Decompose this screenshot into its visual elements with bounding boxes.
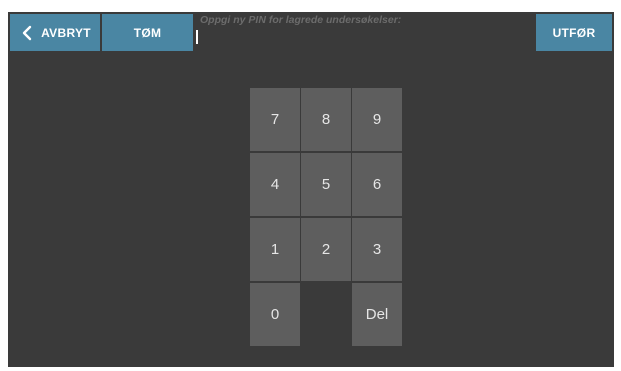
cancel-button-label: AVBRYT xyxy=(41,25,91,40)
pin-entry-screen: AVBRYT TØM Oppgi ny PIN for lagrede unde… xyxy=(8,12,614,367)
keypad-key-8[interactable]: 8 xyxy=(301,88,351,151)
keypad-key-4[interactable]: 4 xyxy=(250,153,300,216)
pin-entry-field: Oppgi ny PIN for lagrede undersøkelser: xyxy=(196,12,532,52)
keypad-key-2[interactable]: 2 xyxy=(301,218,351,281)
keypad-key-3[interactable]: 3 xyxy=(352,218,402,281)
clear-button[interactable]: TØM xyxy=(102,14,193,51)
keypad-key-6[interactable]: 6 xyxy=(352,153,402,216)
top-toolbar: AVBRYT TØM Oppgi ny PIN for lagrede unde… xyxy=(8,12,614,52)
keypad-delete-key[interactable]: Del xyxy=(352,283,402,346)
keypad-key-1[interactable]: 1 xyxy=(250,218,300,281)
keypad-key-0[interactable]: 0 xyxy=(250,283,300,346)
keypad-key-7[interactable]: 7 xyxy=(250,88,300,151)
chevron-left-icon xyxy=(22,25,32,40)
execute-button-label: UTFØR xyxy=(552,25,596,40)
keypad-key-9[interactable]: 9 xyxy=(352,88,402,151)
text-cursor xyxy=(196,30,198,44)
cancel-button[interactable]: AVBRYT xyxy=(10,14,100,51)
execute-button[interactable]: UTFØR xyxy=(536,14,612,51)
clear-button-label: TØM xyxy=(133,25,162,40)
keypad-key-5[interactable]: 5 xyxy=(301,153,351,216)
pin-prompt-label: Oppgi ny PIN for lagrede undersøkelser: xyxy=(200,14,402,26)
pin-input[interactable] xyxy=(196,30,526,48)
